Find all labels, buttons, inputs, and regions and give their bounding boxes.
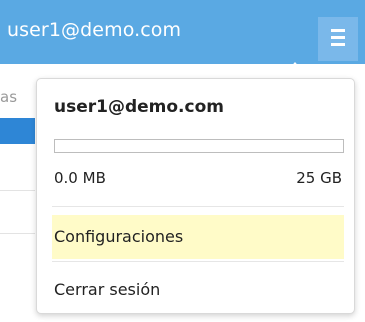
menu-divider xyxy=(52,261,344,262)
background-divider xyxy=(0,233,35,234)
dropdown-caret xyxy=(281,62,309,78)
hamburger-menu-icon-line xyxy=(331,36,345,39)
top-header-bar: user1@demo.com xyxy=(0,0,365,64)
storage-used-label: 0.0 MB xyxy=(54,169,106,187)
menu-item-settings[interactable]: Configuraciones xyxy=(52,215,344,259)
hamburger-menu-icon-line xyxy=(331,43,345,46)
background-selected-row xyxy=(0,118,35,144)
background-divider xyxy=(0,190,35,191)
account-email: user1@demo.com xyxy=(54,97,224,117)
storage-usage-bar xyxy=(54,139,344,153)
storage-total-label: 25 GB xyxy=(296,169,342,187)
hamburger-menu-button[interactable] xyxy=(318,17,358,61)
menu-divider xyxy=(52,206,344,207)
menu-item-logout[interactable]: Cerrar sesión xyxy=(52,268,344,312)
header-user-email[interactable]: user1@demo.com xyxy=(7,18,181,42)
hamburger-menu-icon xyxy=(331,29,345,32)
account-dropdown-menu: user1@demo.com 0.0 MB 25 GB Configuracio… xyxy=(36,78,355,314)
background-text-fragment: as xyxy=(0,88,18,106)
